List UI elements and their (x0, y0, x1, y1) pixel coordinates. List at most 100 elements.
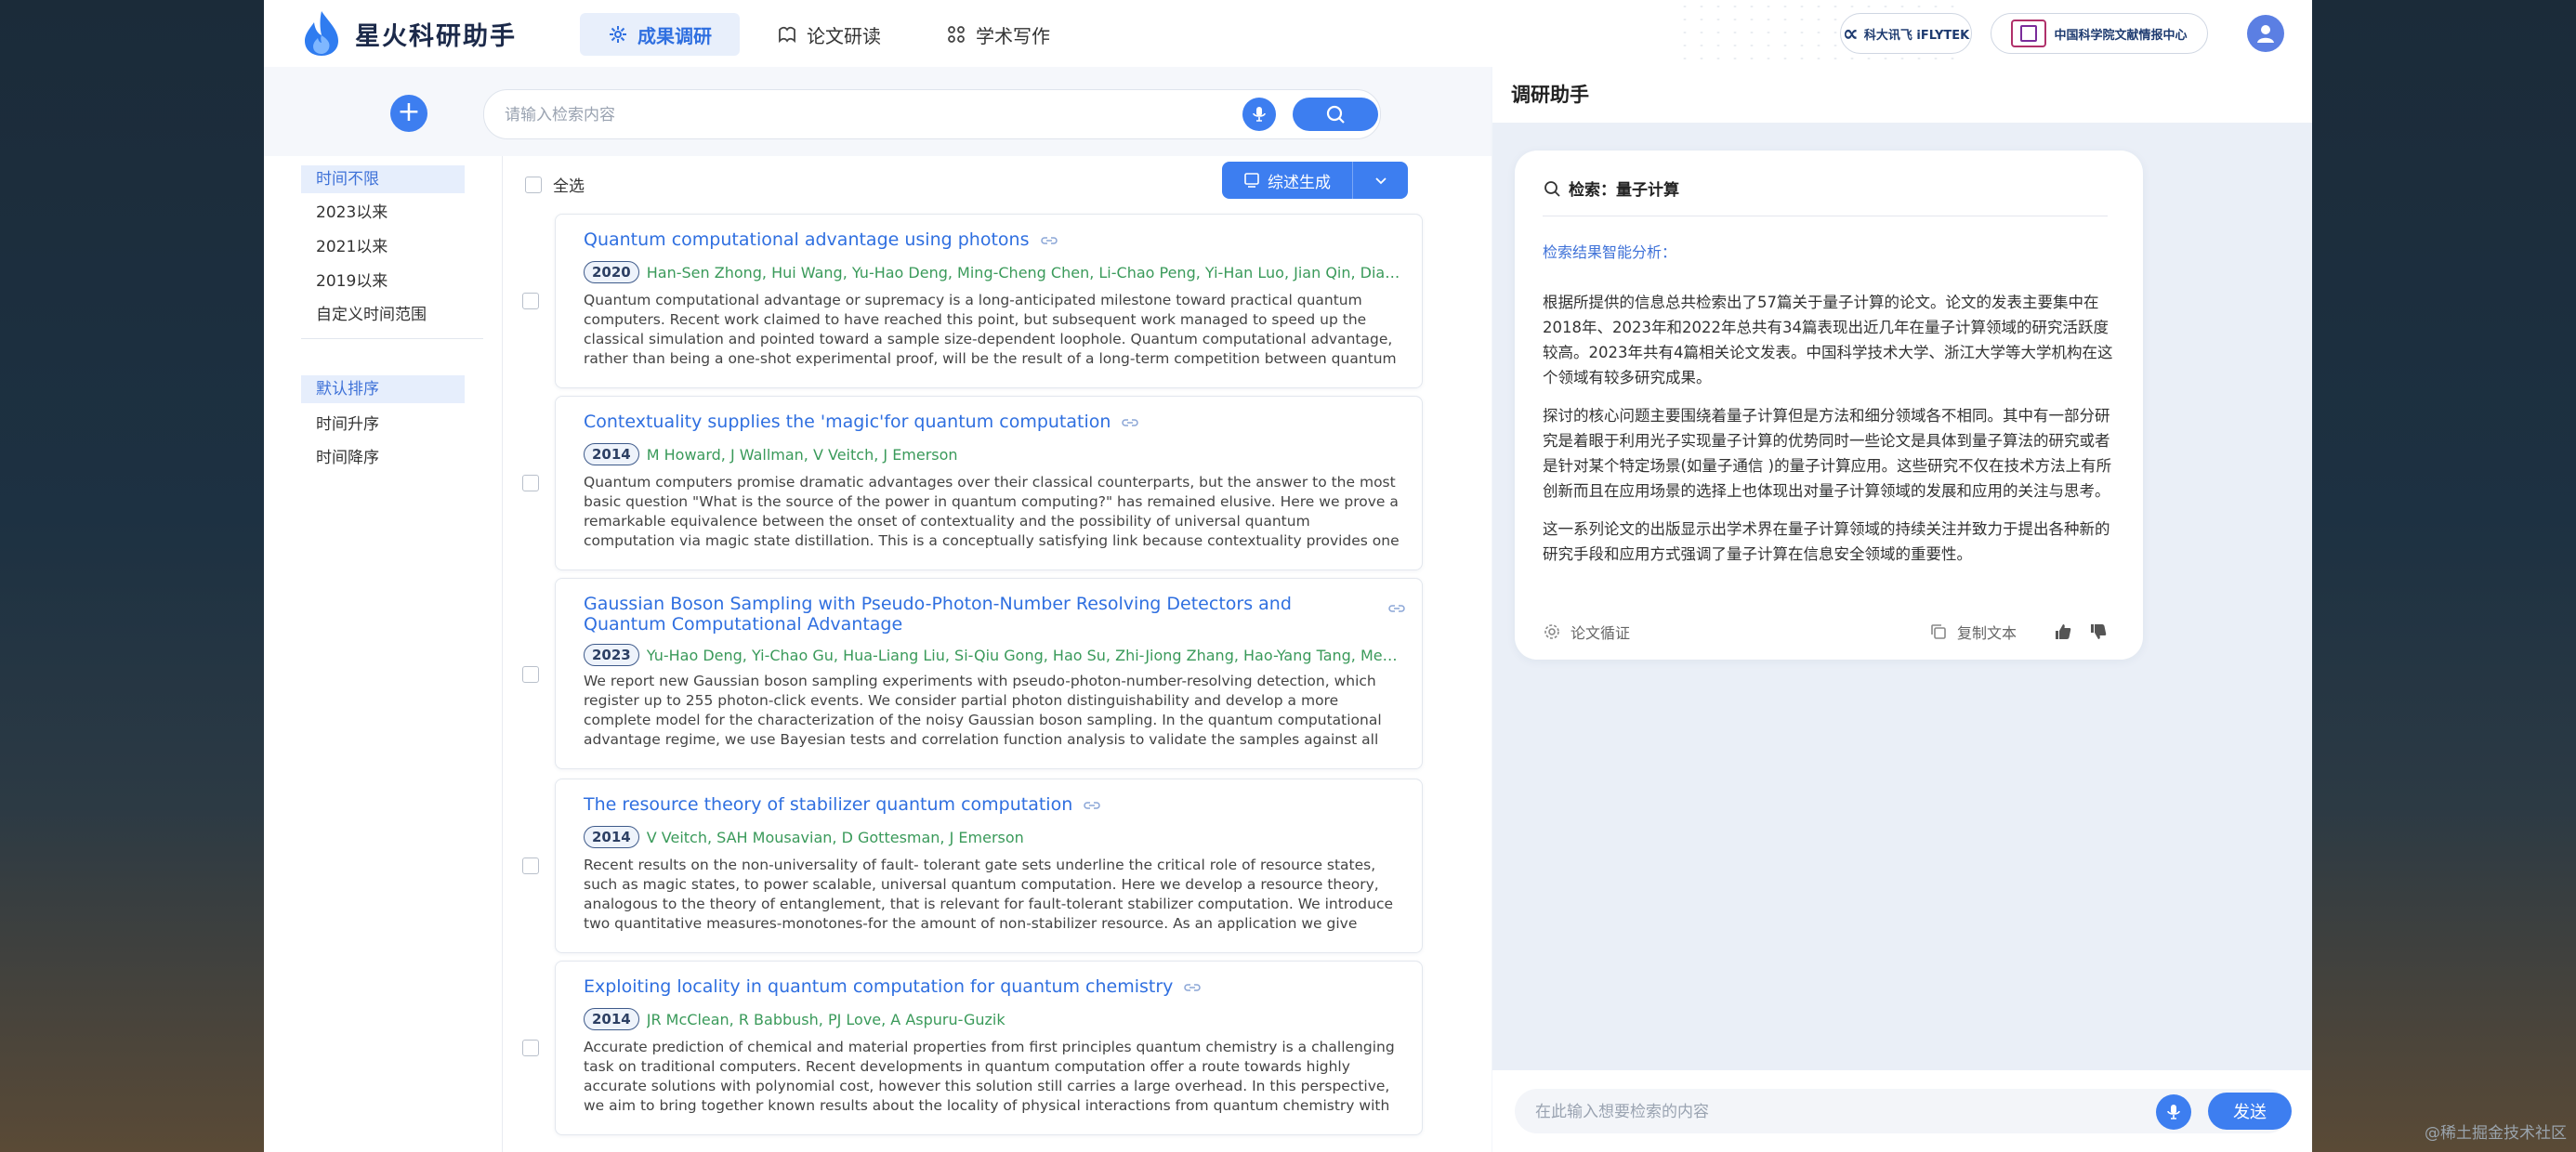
watermark: @稀土掘金技术社区 (2425, 1124, 2567, 1143)
card-actions: 复制文本 (1929, 621, 2108, 643)
thumbs-up-icon[interactable] (2054, 622, 2072, 641)
link-icon[interactable] (1184, 982, 1202, 993)
filter-time-2021[interactable]: 2021以来 (301, 233, 388, 261)
paper-authors: M Howard, J Wallman, V Veitch, J Emerson (646, 445, 958, 464)
analysis-label: 检索结果智能分析： (1543, 243, 1677, 261)
thumbs-down-icon[interactable] (2089, 622, 2108, 641)
app-logo[interactable]: 星火科研助手 (301, 9, 517, 58)
tab-academic-writing[interactable]: 学术写作 (918, 13, 1078, 56)
chat-voice-button[interactable] (2156, 1094, 2191, 1130)
filter-sidebar: 时间不限 2023以来 2021以来 2019以来 自定义时间范围 默认排序 时… (264, 156, 502, 1152)
paper-year-badge: 2014 (584, 826, 639, 848)
paper-checkbox[interactable] (522, 293, 539, 309)
filter-time-2023[interactable]: 2023以来 (301, 199, 388, 227)
search-button[interactable] (1293, 98, 1378, 131)
generate-review-button[interactable]: 综述生成 (1222, 162, 1408, 199)
paper-checkbox[interactable] (522, 475, 539, 491)
partner-cas-library[interactable]: 中国科学院文献情报中心 (1991, 13, 2208, 54)
paper-authors: JR McClean, R Babbush, PJ Love, A Aspuru… (646, 1010, 1005, 1028)
chat-input[interactable] (1533, 1096, 2132, 1128)
sort-default[interactable]: 默认排序 (301, 375, 465, 403)
select-all-label: 全选 (553, 177, 585, 196)
query-label: 检索：量子计算 (1569, 181, 1679, 200)
copy-icon (1931, 624, 1946, 639)
paper-title-link[interactable]: Contextuality supplies the 'magic'for qu… (584, 412, 1383, 432)
paper-year-badge: 2020 (584, 261, 639, 283)
voice-input-button[interactable] (1242, 98, 1276, 131)
paper-card[interactable]: The resource theory of stabilizer quantu… (522, 779, 1423, 953)
filter-time-2019[interactable]: 2019以来 (301, 268, 388, 295)
chat-input-bar: 发送 (1492, 1070, 2312, 1152)
select-all[interactable]: 全选 (525, 173, 585, 196)
analysis-paragraph: 探讨的核心问题主要围绕着量子计算但是方法和细分领域各不相同。其中有一部分研究是着… (1543, 407, 2112, 500)
partner-iflytek[interactable]: ∝ 科大讯飞 iFLYTEK (1840, 13, 1972, 54)
new-search-button[interactable]: + (390, 95, 427, 132)
link-icon[interactable] (1040, 235, 1058, 246)
paper-year-badge: 2023 (584, 644, 639, 666)
iflytek-logo-icon: ∝ (1842, 20, 1859, 46)
paper-card[interactable]: Contextuality supplies the 'magic'for qu… (522, 396, 1423, 570)
assistant-panel: 调研助手 检索：量子计算 检索结果智能分析： 根据所提供的信息总共检索出了57篇… (1492, 67, 2312, 1152)
paper-title-link[interactable]: Quantum computational advantage using ph… (584, 229, 1383, 250)
paper-abstract: Quantum computational advantage or supre… (584, 292, 1397, 367)
gear-icon (1544, 624, 1559, 639)
paper-title: Quantum computational advantage using ph… (584, 229, 1030, 250)
tab-label: 论文研读 (807, 24, 881, 47)
analysis-paragraph: 根据所提供的信息总共检索出了57篇关于量子计算的论文。论文的发表主要集中在201… (1543, 294, 2113, 386)
paper-meta: 2023 Yu-Hao Deng, Yi-Chao Gu, Hua-Liang … (584, 644, 1401, 666)
paper-title: Exploiting locality in quantum computati… (584, 976, 1174, 997)
top-header: 星火科研助手 成果调研 论文研读 学术写作 ∝ 科大讯飞 iFLYTEK 中国科… (264, 0, 2312, 67)
generate-options-dropdown[interactable] (1353, 173, 1408, 188)
filter-time-custom[interactable]: 自定义时间范围 (301, 301, 427, 329)
search-input[interactable] (503, 99, 1157, 131)
grid-icon (948, 26, 965, 43)
paper-title-link[interactable]: Exploiting locality in quantum computati… (584, 976, 1383, 997)
card-footer: 论文循证 复制文本 (1543, 621, 2108, 645)
filter-time-any[interactable]: 时间不限 (301, 165, 465, 193)
sort-time-desc[interactable]: 时间降序 (301, 444, 379, 472)
paper-card[interactable]: Exploiting locality in quantum computati… (522, 961, 1423, 1135)
paper-title-link[interactable]: Gaussian Boson Sampling with Pseudo-Phot… (584, 594, 1405, 635)
filter-divider (301, 338, 483, 339)
app-window: 星火科研助手 成果调研 论文研读 学术写作 ∝ 科大讯飞 iFLYTEK 中国科… (264, 0, 2312, 1152)
paper-meta: 2014 JR McClean, R Babbush, PJ Love, A A… (584, 1008, 1401, 1030)
generate-review-main[interactable]: 综述生成 (1222, 162, 1353, 199)
paper-card[interactable]: Quantum computational advantage using ph… (522, 214, 1423, 388)
book-icon (779, 26, 795, 44)
microphone-icon (1253, 107, 1266, 122)
document-icon (1244, 173, 1259, 188)
sort-time-asc[interactable]: 时间升序 (301, 411, 379, 439)
paper-evidence-button[interactable]: 论文循证 (1543, 621, 1630, 643)
paper-title-link[interactable]: The resource theory of stabilizer quantu… (584, 794, 1383, 815)
tab-research-results[interactable]: 成果调研 (580, 13, 740, 56)
paper-year-badge: 2014 (584, 1008, 639, 1030)
query-row: 检索：量子计算 (1543, 177, 1679, 200)
tab-label: 学术写作 (976, 24, 1050, 47)
paper-meta: 2020 Han-Sen Zhong, Hui Wang, Yu-Hao Den… (584, 261, 1401, 283)
paper-checkbox[interactable] (522, 857, 539, 874)
paper-authors: V Veitch, SAH Mousavian, D Gottesman, J … (646, 828, 1024, 846)
select-all-checkbox[interactable] (525, 176, 542, 193)
paper-abstract: Accurate prediction of chemical and mate… (584, 1039, 1395, 1114)
paper-checkbox[interactable] (522, 666, 539, 683)
link-icon[interactable] (1388, 603, 1405, 614)
paper-checkbox[interactable] (522, 1040, 539, 1056)
search-workspace: + 时间不限 2023以来 2021以来 2019以来 自定义时间范围 (264, 67, 1492, 1152)
send-button[interactable]: 发送 (2208, 1093, 2292, 1130)
copy-text-button[interactable]: 复制文本 (1929, 621, 2017, 643)
analysis-body: 根据所提供的信息总共检索出了57篇关于量子计算的论文。论文的发表主要集中在201… (1543, 290, 2115, 580)
paper-title: Gaussian Boson Sampling with Pseudo-Phot… (584, 594, 1292, 635)
user-avatar[interactable] (2247, 15, 2284, 52)
main-nav: 成果调研 论文研读 学术写作 (580, 13, 1087, 56)
partner-label: 中国科学院文献情报中心 (2054, 28, 2188, 43)
chart-icon (610, 26, 626, 43)
user-icon (2257, 25, 2274, 43)
link-icon[interactable] (1084, 800, 1100, 811)
assistant-answer-card: 检索：量子计算 检索结果智能分析： 根据所提供的信息总共检索出了57篇关于量子计… (1515, 151, 2143, 660)
tab-label: 成果调研 (637, 24, 712, 47)
tab-paper-reading[interactable]: 论文研读 (749, 13, 909, 56)
paper-card[interactable]: Gaussian Boson Sampling with Pseudo-Phot… (522, 578, 1423, 769)
paper-year-badge: 2014 (584, 443, 639, 465)
cas-logo-icon (2011, 20, 2047, 47)
link-icon[interactable] (1122, 417, 1139, 428)
